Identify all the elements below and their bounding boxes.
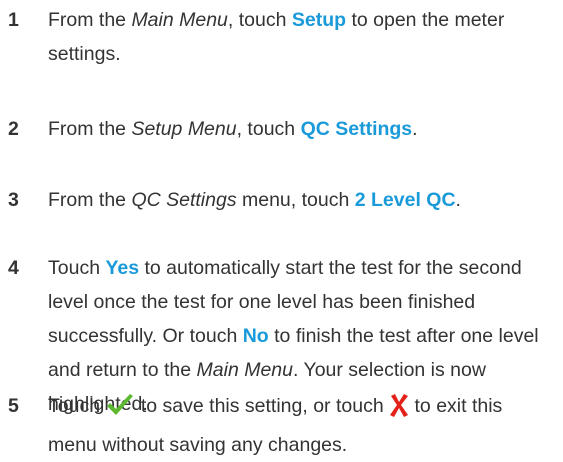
menu-name: Main Menu [131, 9, 228, 31]
checkmark-icon [105, 393, 135, 428]
setup-keyword: Setup [291, 9, 347, 31]
step-number: 2 [8, 118, 19, 140]
2-level-qc-keyword: 2 Level QC [354, 189, 456, 211]
no-keyword: No [242, 325, 269, 347]
step-number: 4 [8, 257, 19, 279]
menu-name: Main Menu [196, 359, 293, 381]
step-number: 3 [8, 189, 19, 211]
step-text: From the Setup Menu, touch QC Settings. [48, 118, 418, 140]
step-text: Touch to save this setting, or touch to … [48, 393, 503, 456]
yes-keyword: Yes [105, 257, 140, 279]
menu-name: Setup Menu [131, 118, 237, 140]
step-text: From the Main Menu, touch Setup to open … [48, 9, 505, 65]
menu-name: QC Settings [131, 189, 237, 211]
qc-settings-keyword: QC Settings [300, 118, 413, 140]
step-text: From the QC Settings menu, touch 2 Level… [48, 189, 461, 211]
step-number: 1 [8, 9, 19, 31]
cross-icon [389, 393, 409, 428]
step-number: 5 [8, 395, 19, 417]
